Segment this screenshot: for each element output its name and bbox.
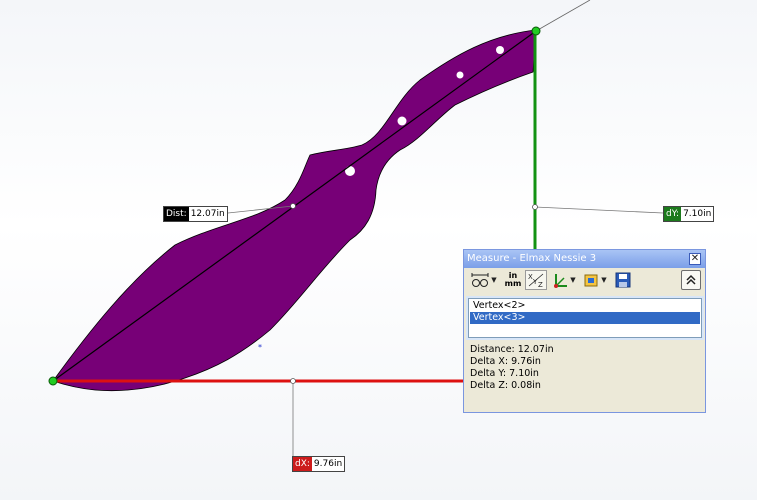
blade-hole bbox=[496, 46, 504, 54]
collapse-button[interactable] bbox=[681, 270, 701, 290]
distance-callout-value: 12.07in bbox=[188, 207, 227, 221]
selection-item-vertex-3[interactable]: Vertex<3> bbox=[470, 312, 700, 324]
measure-titlebar[interactable]: Measure - Elmax Nessie 3 ✕ bbox=[464, 250, 705, 268]
result-distance: Distance: 12.07in bbox=[470, 344, 554, 355]
dropdown-arrow-icon: ▼ bbox=[491, 276, 497, 284]
selection-list[interactable]: Vertex<2> Vertex<3> bbox=[468, 298, 702, 338]
dropdown-arrow-icon: ▼ bbox=[601, 276, 607, 284]
delta-x-callout[interactable]: dX: 9.76in bbox=[292, 456, 346, 472]
arc-circle-options-button[interactable]: ▼ bbox=[469, 270, 499, 290]
save-button[interactable] bbox=[613, 270, 633, 290]
show-xyz-measurements-icon: X Y Z bbox=[528, 273, 544, 288]
point-to-point-icon bbox=[554, 274, 568, 288]
result-delta-z: Delta Z: 0.08in bbox=[470, 380, 541, 391]
projection-button[interactable]: ▼ bbox=[581, 270, 609, 290]
close-button[interactable]: ✕ bbox=[689, 253, 701, 265]
blade-hole bbox=[345, 166, 355, 176]
vertex-3-point[interactable] bbox=[531, 26, 541, 36]
close-icon: ✕ bbox=[690, 253, 700, 264]
result-delta-y: Delta Y: 7.10in bbox=[470, 368, 539, 379]
distance-callout-label: Dist: bbox=[164, 207, 189, 221]
extension-line bbox=[535, 0, 591, 32]
vertex-2-point[interactable] bbox=[48, 376, 58, 386]
measure-title: Measure - Elmax Nessie 3 bbox=[467, 253, 597, 264]
delta-y-callout-label: dY: bbox=[664, 207, 682, 221]
dropdown-arrow-icon: ▼ bbox=[570, 276, 576, 284]
measure-panel: Measure - Elmax Nessie 3 ✕ ▼ in mm X Y Z… bbox=[463, 249, 706, 413]
svg-text:Z: Z bbox=[538, 281, 543, 288]
blade-hole bbox=[456, 71, 464, 79]
delta-x-callout-label: dX: bbox=[293, 457, 312, 471]
origin-marker: * bbox=[258, 343, 262, 352]
dy-leader-line bbox=[534, 206, 664, 214]
delta-y-callout-value: 7.10in bbox=[681, 207, 714, 221]
blade-hole bbox=[397, 116, 407, 126]
dx-anchor-point bbox=[290, 378, 296, 384]
dy-anchor-point bbox=[532, 204, 538, 210]
projection-icon bbox=[584, 274, 598, 287]
measurement-results: Distance: 12.07in Delta X: 9.76in Delta … bbox=[470, 344, 554, 392]
units-precision-button[interactable]: in mm bbox=[503, 270, 523, 290]
arc-circle-measurement-icon bbox=[471, 273, 489, 287]
result-delta-x: Delta X: 9.76in bbox=[470, 356, 541, 367]
collapse-chevron-icon bbox=[686, 274, 696, 285]
distance-callout[interactable]: Dist: 12.07in bbox=[163, 206, 228, 222]
dist-anchor-point bbox=[290, 203, 296, 209]
point-to-point-button[interactable]: ▼ bbox=[551, 270, 577, 290]
measure-toolbar: ▼ in mm X Y Z ▼ ▼ bbox=[467, 270, 704, 292]
selection-item-vertex-2[interactable]: Vertex<2> bbox=[470, 300, 700, 312]
units-icon-bottom: mm bbox=[504, 279, 522, 288]
save-icon bbox=[615, 272, 631, 288]
show-xyz-button[interactable]: X Y Z bbox=[525, 270, 547, 290]
delta-x-callout-value: 9.76in bbox=[311, 457, 345, 471]
delta-y-callout[interactable]: dY: 7.10in bbox=[663, 206, 715, 222]
